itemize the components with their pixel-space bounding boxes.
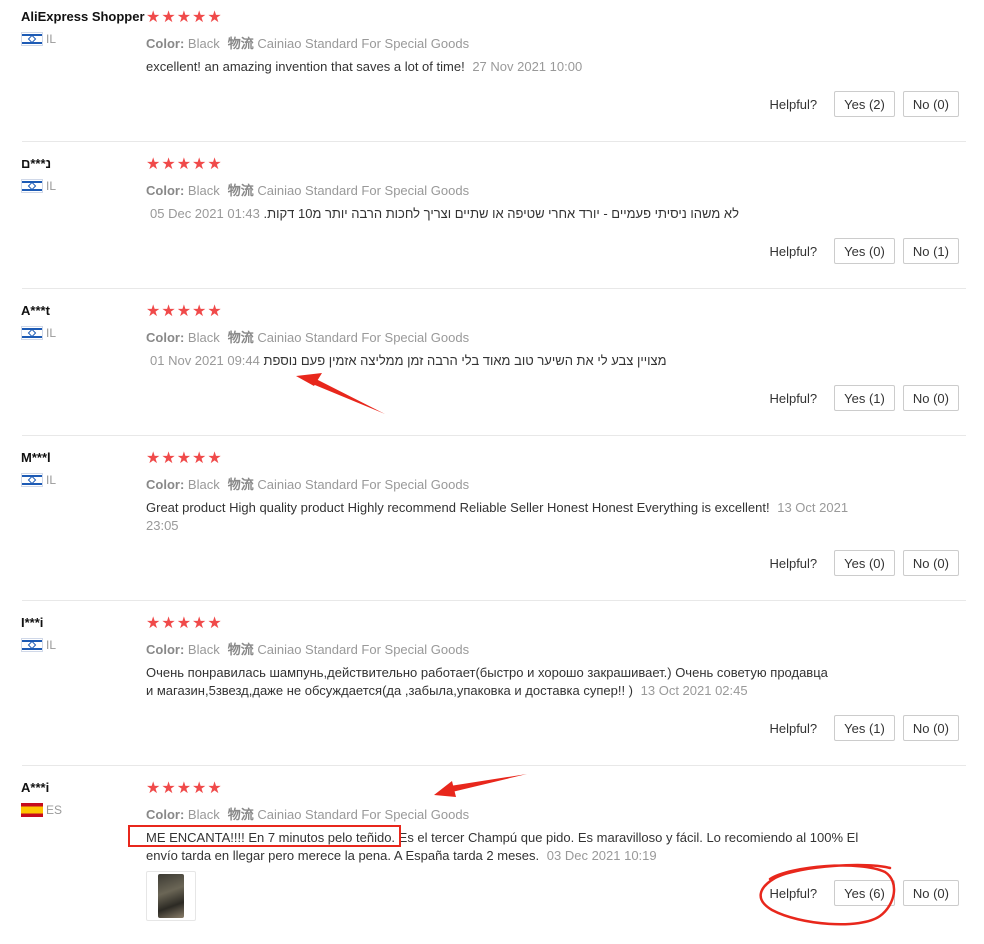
reviewer-name: M***l — [21, 450, 51, 465]
spain-flag-icon — [21, 803, 43, 817]
review-text: מצויין צבע לי את השיער טוב מאוד בלי הרבה… — [150, 353, 667, 368]
helpful-actions: Helpful? Yes (2) No (0) — [769, 91, 959, 117]
review-date: 05 Dec 2021 01:43 — [150, 206, 260, 221]
rating-stars: ★★★★★ — [146, 780, 223, 797]
review-date: 27 Nov 2021 10:00 — [472, 59, 583, 74]
review-attributes: Color: Black 物流 Cainiao Standard For Spec… — [146, 477, 470, 492]
helpful-actions: Helpful? Yes (6) No (0) — [769, 880, 959, 906]
review-item: M***l IL ★★★★★ Color: Black 物流 Cainiao St… — [0, 441, 966, 600]
helpful-no-button[interactable]: No (1) — [902, 238, 959, 264]
review-divider — [22, 288, 966, 289]
reviewer-name: A***i — [21, 780, 50, 795]
israel-flag-icon — [21, 32, 43, 46]
country-code: IL — [46, 32, 57, 46]
country-code: IL — [46, 638, 57, 652]
review-text: Очень понравилась шампунь,действительно … — [146, 665, 828, 698]
israel-flag-icon — [21, 179, 43, 193]
country-code: IL — [46, 473, 57, 487]
reviewer-country: IL — [21, 32, 56, 46]
helpful-no-button[interactable]: No (0) — [902, 385, 959, 411]
rating-stars: ★★★★★ — [146, 9, 223, 26]
review-item: AliExpress Shopper IL ★★★★★ Color: Black… — [0, 0, 966, 141]
review-divider — [22, 435, 966, 436]
israel-flag-icon — [21, 638, 43, 652]
reviewer-country: IL — [21, 638, 56, 652]
review-text: לא משהו ניסיתי פעמיים - יורד אחרי שטיפה … — [150, 206, 739, 221]
helpful-label: Helpful? — [769, 96, 818, 112]
rating-stars: ★★★★★ — [146, 450, 223, 467]
reviewer-name: AliExpress Shopper — [21, 9, 145, 24]
review-item: נ***ם IL ★★★★★ Color: Black 物流 Cainiao St… — [0, 147, 966, 288]
helpful-yes-button[interactable]: Yes (1) — [834, 715, 895, 741]
country-code: IL — [46, 179, 57, 193]
helpful-no-button[interactable]: No (0) — [902, 91, 959, 117]
helpful-label: Helpful? — [769, 720, 818, 736]
country-code: IL — [46, 326, 57, 340]
helpful-label: Helpful? — [769, 555, 818, 571]
country-code: ES — [46, 803, 63, 817]
reviewer-country: IL — [21, 473, 56, 487]
helpful-label: Helpful? — [769, 243, 818, 259]
reviewer-country: IL — [21, 179, 56, 193]
review-attributes: Color: Black 物流 Cainiao Standard For Spec… — [146, 330, 470, 345]
review-attributes: Color: Black 物流 Cainiao Standard For Spec… — [146, 807, 470, 822]
helpful-label: Helpful? — [769, 390, 818, 406]
helpful-no-button[interactable]: No (0) — [902, 715, 959, 741]
review-date: 13 Oct 2021 02:45 — [640, 683, 748, 698]
helpful-label: Helpful? — [769, 885, 818, 901]
review-divider — [22, 600, 966, 601]
review-item: A***t IL ★★★★★ Color: Black 物流 Cainiao St… — [0, 294, 966, 435]
helpful-actions: Helpful? Yes (0) No (0) — [769, 550, 959, 576]
reviewer-name: A***t — [21, 303, 50, 318]
review-attributes: Color: Black 物流 Cainiao Standard For Spec… — [146, 183, 470, 198]
review-text: excellent! an amazing invention that sav… — [146, 59, 583, 74]
rating-stars: ★★★★★ — [146, 156, 223, 173]
review-photo-thumbnail[interactable] — [146, 871, 196, 921]
israel-flag-icon — [21, 473, 43, 487]
review-attributes: Color: Black 物流 Cainiao Standard For Spec… — [146, 36, 470, 51]
review-divider — [22, 141, 966, 142]
israel-flag-icon — [21, 326, 43, 340]
helpful-yes-button[interactable]: Yes (2) — [834, 91, 895, 117]
helpful-actions: Helpful? Yes (1) No (0) — [769, 385, 959, 411]
annotation-highlight-box — [128, 825, 401, 847]
helpful-no-button[interactable]: No (0) — [902, 550, 959, 576]
reviewer-name: I***i — [21, 615, 44, 630]
review-item: A***i ES ★★★★★ Color: Black 物流 Cainiao St… — [0, 771, 966, 944]
review-attributes: Color: Black 物流 Cainiao Standard For Spec… — [146, 642, 470, 657]
helpful-no-button[interactable]: No (0) — [902, 880, 959, 906]
rating-stars: ★★★★★ — [146, 303, 223, 320]
reviewer-name: נ***ם — [21, 156, 52, 171]
review-text: Great product High quality product Highl… — [146, 500, 849, 533]
reviewer-country: IL — [21, 326, 56, 340]
helpful-actions: Helpful? Yes (0) No (1) — [769, 238, 959, 264]
helpful-yes-button[interactable]: Yes (0) — [834, 238, 895, 264]
helpful-actions: Helpful? Yes (1) No (0) — [769, 715, 959, 741]
review-date: 03 Dec 2021 10:19 — [546, 848, 657, 863]
product-photo — [158, 874, 184, 918]
review-item: I***i IL ★★★★★ Color: Black 物流 Cainiao St… — [0, 606, 966, 765]
reviewer-country: ES — [21, 803, 62, 817]
helpful-yes-button[interactable]: Yes (6) — [834, 880, 895, 906]
review-divider — [22, 765, 966, 766]
rating-stars: ★★★★★ — [146, 615, 223, 632]
helpful-yes-button[interactable]: Yes (0) — [834, 550, 895, 576]
helpful-yes-button[interactable]: Yes (1) — [834, 385, 895, 411]
review-date: 01 Nov 2021 09:44 — [150, 353, 260, 368]
